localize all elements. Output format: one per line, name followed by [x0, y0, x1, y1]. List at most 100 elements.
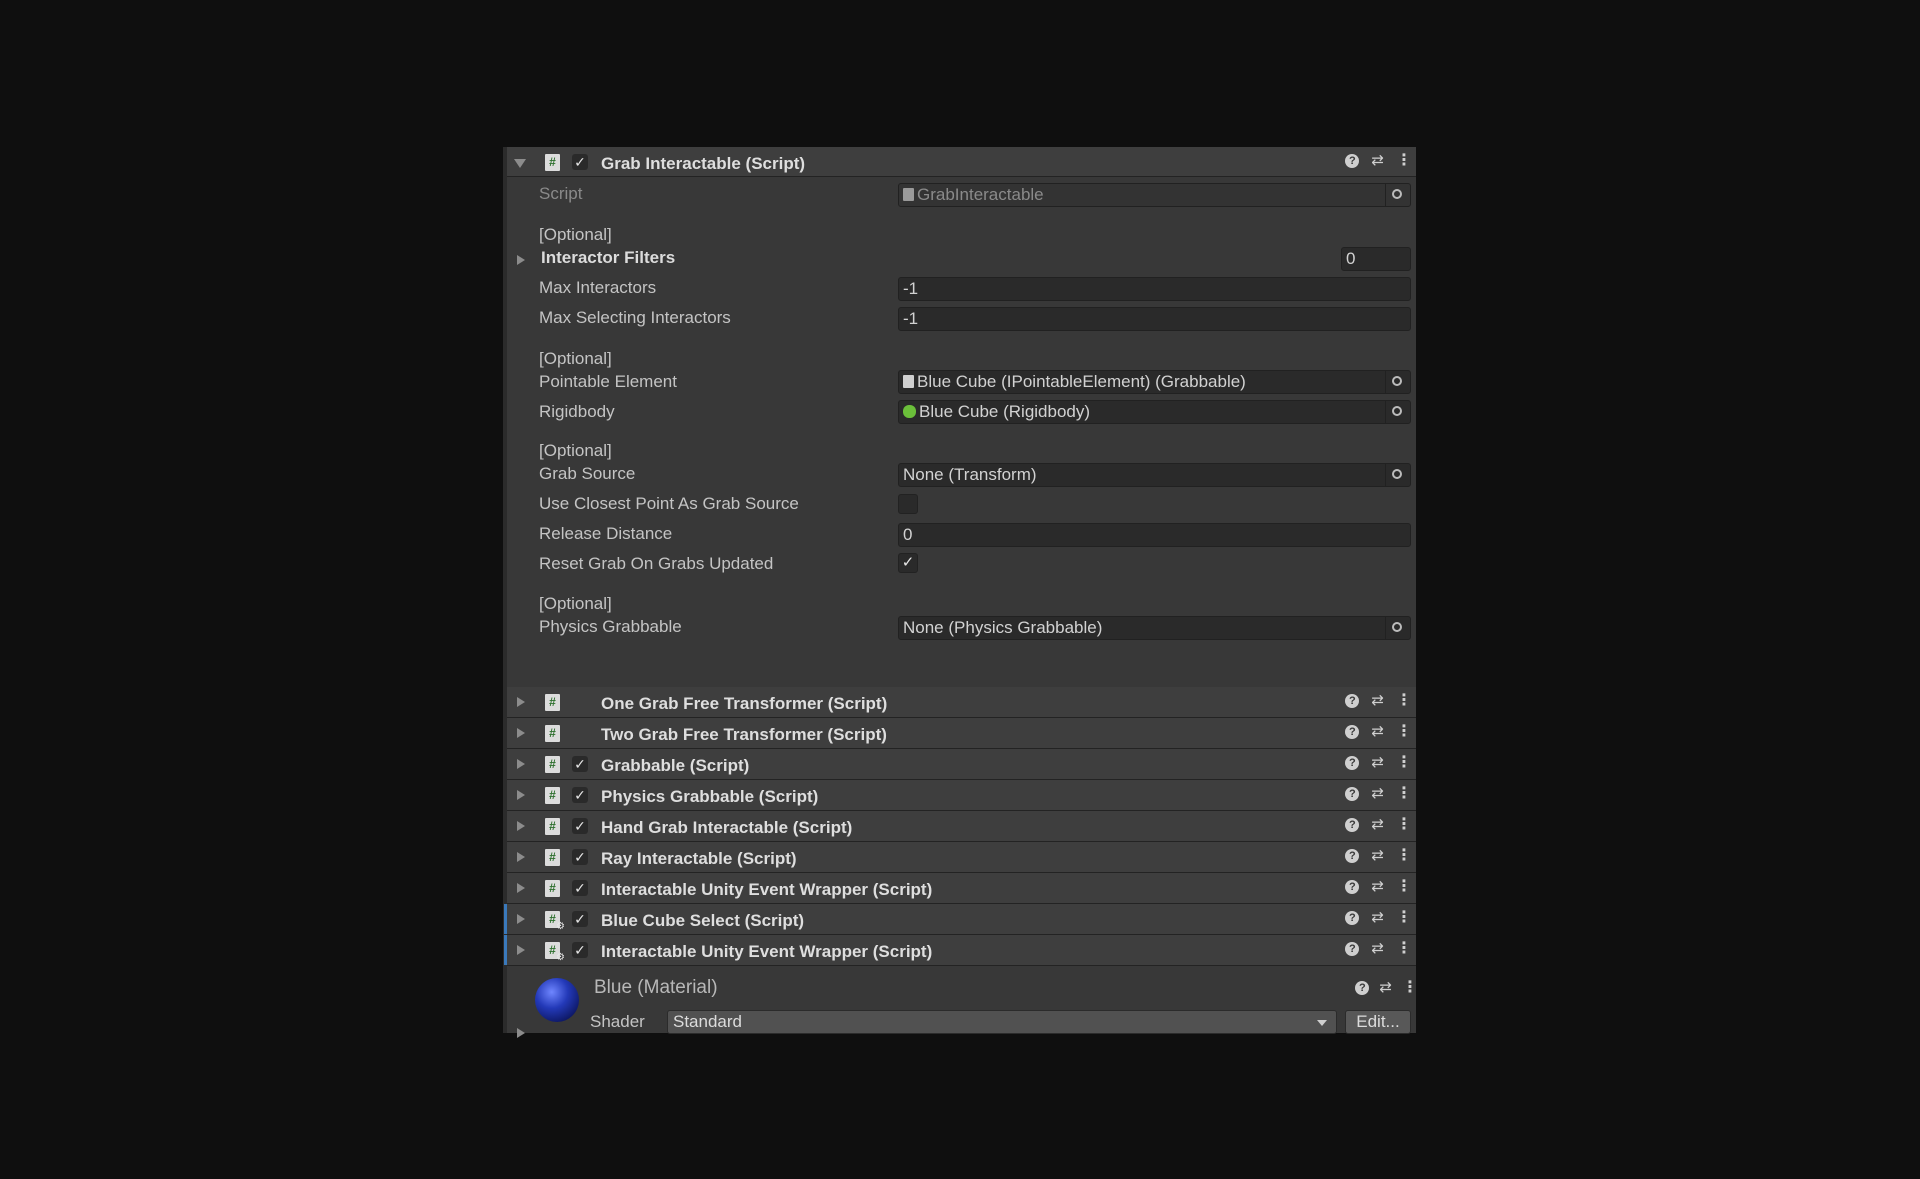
- script-icon: #: [545, 880, 560, 897]
- foldout-arrow-icon[interactable]: [517, 697, 525, 707]
- component-header[interactable]: # ✓ Ray Interactable (Script) ? ⇄ ⋮: [507, 842, 1416, 873]
- rigidbody-field[interactable]: Blue Cube (Rigidbody): [898, 400, 1411, 424]
- foldout-arrow-icon[interactable]: [517, 759, 525, 769]
- foldout-arrow-icon[interactable]: [514, 159, 526, 168]
- help-icon[interactable]: ?: [1345, 849, 1360, 863]
- help-icon[interactable]: ?: [1345, 880, 1360, 894]
- component-header[interactable]: # ✓ Interactable Unity Event Wrapper (Sc…: [504, 935, 1416, 966]
- presets-icon[interactable]: ⇄: [1371, 910, 1384, 926]
- component-enable-checkbox[interactable]: ✓: [572, 849, 588, 865]
- edit-shader-button[interactable]: Edit...: [1345, 1010, 1411, 1034]
- help-icon[interactable]: ?: [1355, 981, 1370, 995]
- kebab-menu-icon[interactable]: ⋮: [1396, 817, 1412, 833]
- foldout-arrow-icon[interactable]: [517, 790, 525, 800]
- component-tools: ? ⇄ ⋮: [1345, 817, 1412, 833]
- help-icon[interactable]: ?: [1345, 787, 1360, 801]
- pointable-element-label: Pointable Element: [539, 372, 677, 391]
- physics-grabbable-label: Physics Grabbable: [539, 617, 682, 636]
- use-closest-point-checkbox[interactable]: [898, 494, 918, 514]
- kebab-menu-icon[interactable]: ⋮: [1396, 879, 1412, 895]
- physics-grabbable-field[interactable]: None (Physics Grabbable): [898, 616, 1411, 640]
- presets-icon[interactable]: ⇄: [1379, 980, 1392, 996]
- presets-icon[interactable]: ⇄: [1371, 724, 1384, 740]
- component-enable-checkbox[interactable]: ✓: [572, 756, 588, 772]
- grab-source-field[interactable]: None (Transform): [898, 463, 1411, 487]
- component-header[interactable]: # One Grab Free Transformer (Script) ? ⇄…: [507, 687, 1416, 718]
- component-header-grab-interactable[interactable]: # ✓ Grab Interactable (Script) ? ⇄ ⋮: [507, 147, 1416, 177]
- custom-script-icon: #: [545, 942, 565, 963]
- presets-icon[interactable]: ⇄: [1371, 941, 1384, 957]
- component-title: One Grab Free Transformer (Script): [601, 694, 888, 713]
- interactor-filters-size-input[interactable]: 0: [1341, 247, 1411, 271]
- reset-grab-checkbox[interactable]: ✓: [898, 553, 918, 573]
- kebab-menu-icon[interactable]: ⋮: [1396, 153, 1412, 169]
- kebab-menu-icon[interactable]: ⋮: [1396, 848, 1412, 864]
- component-header[interactable]: # ✓ Physics Grabbable (Script) ? ⇄ ⋮: [507, 780, 1416, 811]
- component-title: Interactable Unity Event Wrapper (Script…: [601, 942, 933, 961]
- foldout-arrow-icon[interactable]: [517, 914, 525, 924]
- component-enable-checkbox[interactable]: ✓: [572, 880, 588, 896]
- kebab-menu-icon[interactable]: ⋮: [1402, 980, 1418, 996]
- foldout-arrow-icon[interactable]: [517, 852, 525, 862]
- foldout-arrow-icon[interactable]: [517, 821, 525, 831]
- pointable-element-field[interactable]: Blue Cube (IPointableElement) (Grabbable…: [898, 370, 1411, 394]
- object-picker-icon[interactable]: [1385, 371, 1410, 393]
- component-header[interactable]: # ✓ Blue Cube Select (Script) ? ⇄ ⋮: [504, 904, 1416, 935]
- object-picker-icon[interactable]: [1385, 401, 1410, 423]
- kebab-menu-icon[interactable]: ⋮: [1396, 910, 1412, 926]
- release-distance-input[interactable]: 0: [898, 523, 1411, 547]
- help-icon[interactable]: ?: [1345, 725, 1360, 739]
- material-foldout-icon[interactable]: [517, 1028, 525, 1038]
- kebab-menu-icon[interactable]: ⋮: [1396, 724, 1412, 740]
- presets-icon[interactable]: ⇄: [1371, 879, 1384, 895]
- kebab-menu-icon[interactable]: ⋮: [1396, 941, 1412, 957]
- kebab-menu-icon[interactable]: ⋮: [1396, 693, 1412, 709]
- component-header[interactable]: # ✓ Grabbable (Script) ? ⇄ ⋮: [507, 749, 1416, 780]
- help-icon[interactable]: ?: [1345, 911, 1360, 925]
- component-tools: ? ⇄ ⋮: [1345, 153, 1412, 169]
- component-tools: ? ⇄ ⋮: [1345, 693, 1412, 709]
- component-enable-checkbox[interactable]: ✓: [572, 818, 588, 834]
- component-enable-checkbox[interactable]: ✓: [572, 787, 588, 803]
- shader-label: Shader: [590, 1012, 645, 1031]
- kebab-menu-icon[interactable]: ⋮: [1396, 755, 1412, 771]
- component-enable-checkbox[interactable]: ✓: [572, 911, 588, 927]
- interactor-filters-label[interactable]: Interactor Filters: [541, 248, 675, 268]
- help-icon[interactable]: ?: [1345, 942, 1360, 956]
- kebab-menu-icon[interactable]: ⋮: [1396, 786, 1412, 802]
- object-picker-icon[interactable]: [1385, 464, 1410, 486]
- help-icon[interactable]: ?: [1345, 756, 1360, 770]
- object-picker-icon[interactable]: [1385, 617, 1410, 639]
- shader-dropdown[interactable]: Standard: [667, 1010, 1337, 1034]
- foldout-arrow-icon[interactable]: [517, 945, 525, 955]
- script-icon: #: [545, 154, 560, 171]
- component-tools: ? ⇄ ⋮: [1345, 941, 1412, 957]
- presets-icon[interactable]: ⇄: [1371, 153, 1384, 169]
- script-icon: #: [545, 787, 560, 804]
- release-distance-label: Release Distance: [539, 524, 673, 543]
- component-title: Grabbable (Script): [601, 756, 750, 775]
- component-tools: ? ⇄ ⋮: [1345, 755, 1412, 771]
- presets-icon[interactable]: ⇄: [1371, 786, 1384, 802]
- component-enable-checkbox[interactable]: ✓: [572, 942, 588, 958]
- help-icon[interactable]: ?: [1345, 818, 1360, 832]
- max-selecting-interactors-input[interactable]: -1: [898, 307, 1411, 331]
- foldout-arrow-icon[interactable]: [517, 883, 525, 893]
- component-tools: ? ⇄ ⋮: [1345, 786, 1412, 802]
- interactor-filters-foldout-icon[interactable]: [517, 255, 525, 265]
- max-interactors-input[interactable]: -1: [898, 277, 1411, 301]
- component-header[interactable]: # ✓ Interactable Unity Event Wrapper (Sc…: [507, 873, 1416, 904]
- component-header[interactable]: # Two Grab Free Transformer (Script) ? ⇄…: [507, 718, 1416, 749]
- presets-icon[interactable]: ⇄: [1371, 693, 1384, 709]
- selection-indicator: [504, 904, 507, 934]
- script-field-value: GrabInteractable: [917, 185, 1044, 204]
- component-enable-checkbox[interactable]: ✓: [572, 154, 588, 170]
- presets-icon[interactable]: ⇄: [1371, 817, 1384, 833]
- grab-source-value: None (Transform): [903, 465, 1037, 484]
- help-icon[interactable]: ?: [1345, 154, 1360, 168]
- help-icon[interactable]: ?: [1345, 694, 1360, 708]
- presets-icon[interactable]: ⇄: [1371, 848, 1384, 864]
- foldout-arrow-icon[interactable]: [517, 728, 525, 738]
- component-header[interactable]: # ✓ Hand Grab Interactable (Script) ? ⇄ …: [507, 811, 1416, 842]
- presets-icon[interactable]: ⇄: [1371, 755, 1384, 771]
